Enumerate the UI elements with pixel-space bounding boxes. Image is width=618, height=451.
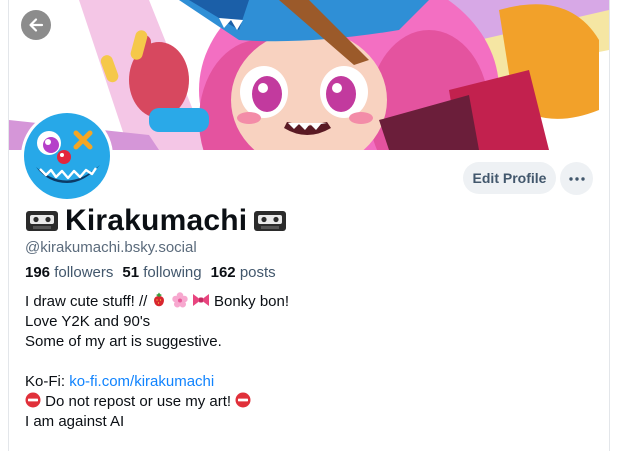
bio-line-1: I draw cute stuff! // Bonky bon!	[25, 292, 289, 312]
repost-warning-text: Do not repost or use my art!	[45, 393, 232, 410]
followers-label: followers	[54, 264, 114, 281]
bio-kofi-line: Ko-Fi: ko-fi.com/kirakumachi	[25, 372, 289, 392]
followers-count: 196	[25, 264, 51, 281]
no-entry-icon	[235, 392, 251, 408]
avatar-image	[24, 113, 110, 199]
display-name-row: Kirakumachi	[25, 202, 287, 240]
bio-line-2: Love Y2K and 90's	[25, 313, 151, 330]
display-name: Kirakumachi	[65, 204, 248, 237]
edit-profile-button[interactable]: Edit Profile	[463, 162, 556, 194]
more-options-button[interactable]	[560, 162, 593, 195]
profile-handle: @kirakumachi.bsky.social	[25, 239, 197, 256]
profile-bio: I draw cute stuff! // Bonky bon! Love Y2…	[25, 292, 289, 432]
posts-label: posts	[239, 264, 276, 281]
kofi-link[interactable]: ko-fi.com/kirakumachi	[69, 373, 214, 390]
ellipsis-icon	[568, 176, 585, 181]
back-button[interactable]	[21, 10, 51, 40]
arrow-left-icon	[29, 18, 44, 32]
kofi-label: Ko-Fi:	[25, 373, 66, 390]
bio-line-1-suffix: Bonky bon!	[213, 293, 290, 310]
cherry-blossom-icon	[171, 292, 188, 308]
bio-line-1-prefix: I draw cute stuff! //	[25, 293, 148, 310]
following-count: 51	[122, 264, 140, 281]
posts-count: 162	[210, 264, 236, 281]
vhs-tape-icon	[254, 211, 287, 231]
ribbon-icon	[192, 294, 209, 306]
profile-page: Edit Profile Kirakumachi @kirakumachi.bs…	[8, 0, 610, 451]
following-label: following	[143, 264, 202, 281]
posts-stat: 162 posts	[211, 264, 276, 281]
followers-stat[interactable]: 196 followers	[25, 264, 113, 281]
strawberry-icon	[154, 292, 165, 307]
vhs-tape-icon	[26, 211, 58, 231]
no-entry-icon	[25, 392, 41, 408]
bio-line-7: I am against AI	[25, 413, 125, 430]
bio-repost-line: Do not repost or use my art!	[25, 392, 289, 412]
profile-avatar[interactable]	[21, 110, 113, 202]
profile-stats: 196 followers 51 following 162 posts	[25, 264, 276, 281]
bio-line-3: Some of my art is suggestive.	[25, 333, 222, 350]
following-stat[interactable]: 51 following	[122, 264, 201, 281]
bio-blank-line	[25, 352, 289, 372]
